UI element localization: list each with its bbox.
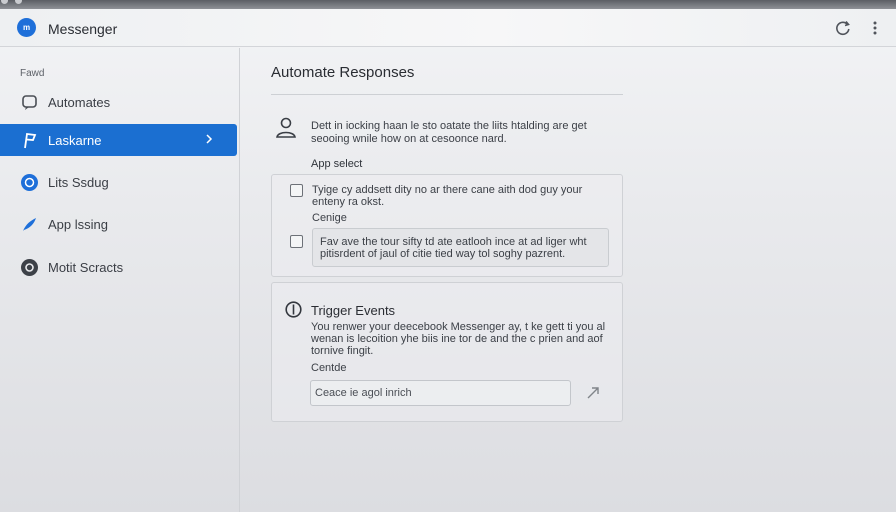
- option2-checkbox[interactable]: [290, 235, 303, 248]
- chat-bubble-icon: [22, 95, 37, 110]
- sidebar: Fawd Automates Laskarne Lits Ssdug App l…: [0, 48, 240, 512]
- flag-icon: [24, 132, 37, 149]
- sidebar-item-lits-ssdug[interactable]: Lits Ssdug: [0, 166, 237, 198]
- refresh-icon[interactable]: [834, 19, 852, 37]
- sidebar-item-label: Motit Scracts: [48, 260, 124, 275]
- app-select-label: App select: [311, 158, 363, 170]
- sidebar-item-laskarne[interactable]: Laskarne: [0, 124, 237, 156]
- trigger-description: You renwer your deecebook Messenger ay, …: [311, 321, 606, 357]
- config-label: Cenige: [312, 212, 347, 224]
- messenger-logo-icon: m: [17, 18, 36, 37]
- option1-text: Tyige cy addsett dity no ar there cane a…: [312, 184, 583, 208]
- alert-circle-icon: [285, 301, 302, 318]
- sidebar-section-label: Fawd: [20, 68, 45, 79]
- app-title: Messenger: [48, 21, 118, 37]
- trigger-field-label: Centde: [311, 362, 347, 374]
- option1-checkbox[interactable]: [290, 184, 303, 197]
- window-top-strip: [0, 0, 896, 9]
- trigger-events-title: Trigger Events: [311, 303, 396, 318]
- option2-text: Fav ave the tour sifty td ate eatlooh in…: [320, 236, 587, 260]
- trigger-input[interactable]: Ceace ie agol inrich: [310, 380, 571, 406]
- sidebar-item-label: App lssing: [48, 217, 108, 232]
- sidebar-item-label: Lits Ssdug: [48, 175, 109, 190]
- chevron-right-icon: [206, 134, 213, 144]
- sidebar-item-motit-scracts[interactable]: Motit Scracts: [0, 251, 237, 283]
- sidebar-item-label: Laskarne: [48, 133, 102, 148]
- gear-icon: [21, 259, 38, 276]
- page-title: Automate Responses: [271, 64, 415, 81]
- window-dot: [15, 0, 22, 4]
- app-header: m Messenger: [0, 9, 896, 47]
- sidebar-item-automates[interactable]: Automates: [0, 86, 237, 118]
- automation-description: Dett in iocking haan le sto oatate the l…: [311, 120, 587, 145]
- arrow-leaf-icon: [23, 218, 36, 231]
- divider: [271, 94, 623, 95]
- app-select-box: Tyige cy addsett dity no ar there cane a…: [271, 174, 623, 277]
- circle-badge-icon: [21, 174, 38, 191]
- person-icon: [276, 117, 296, 138]
- send-icon[interactable]: [586, 386, 600, 400]
- more-vertical-icon[interactable]: [866, 19, 884, 37]
- sidebar-item-app-lssing[interactable]: App lssing: [0, 208, 237, 240]
- option2-panel[interactable]: Fav ave the tour sifty td ate eatlooh in…: [312, 228, 609, 267]
- window-dot: [1, 0, 8, 4]
- sidebar-item-label: Automates: [48, 95, 111, 110]
